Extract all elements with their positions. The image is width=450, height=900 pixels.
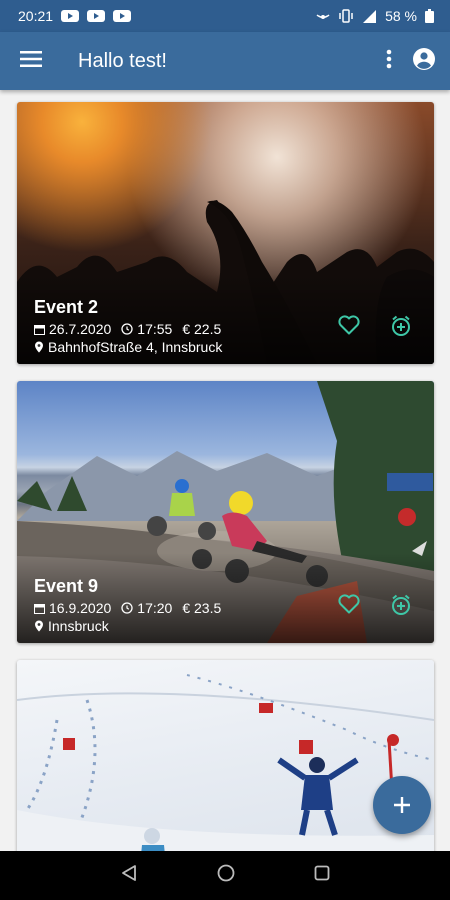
event-time: 17:55 — [137, 321, 173, 337]
add-event-button[interactable] — [373, 776, 431, 834]
heart-outline-icon[interactable] — [338, 315, 360, 342]
menu-icon[interactable] — [20, 50, 42, 72]
event-location: Innsbruck — [48, 618, 109, 634]
event-date: 26.7.2020 — [49, 321, 112, 337]
signal-icon — [361, 8, 377, 24]
hotspot-icon — [315, 8, 331, 24]
event-card[interactable] — [17, 660, 434, 851]
event-price: € 23.5 — [182, 600, 222, 616]
plus-icon — [394, 797, 410, 813]
battery-text: 58 % — [385, 8, 417, 24]
battery-icon — [425, 9, 434, 23]
event-price: € 22.5 — [182, 321, 222, 337]
recents-icon[interactable] — [314, 865, 330, 886]
youtube-notification-icon — [61, 10, 80, 22]
clock-icon — [121, 323, 133, 335]
event-location: BahnhofStraße 4, Innsbruck — [48, 339, 223, 355]
location-pin-icon — [35, 341, 43, 353]
home-icon[interactable] — [217, 864, 235, 887]
event-title: Event 2 — [34, 297, 99, 317]
location-pin-icon — [35, 620, 43, 632]
youtube-notification-icon — [87, 10, 106, 22]
alarm-add-icon[interactable] — [390, 315, 412, 342]
event-card[interactable]: Event 9 16.9.2020 17:20 € 23.5 Innsbruck — [17, 381, 434, 643]
back-icon[interactable] — [120, 864, 138, 887]
status-bar: 20:21 58 % — [0, 0, 450, 32]
event-time: 17:20 — [137, 600, 173, 616]
status-time: 20:21 — [18, 8, 54, 24]
vibrate-icon — [339, 8, 353, 24]
youtube-notification-icon — [113, 10, 132, 22]
event-feed[interactable]: Event 2 26.7.2020 17:55 € 22.5 BahnhofSt… — [0, 90, 450, 851]
alarm-add-icon[interactable] — [390, 594, 412, 621]
event-card[interactable]: Event 2 26.7.2020 17:55 € 22.5 BahnhofSt… — [17, 102, 434, 364]
app-bar: Hallo test! — [0, 32, 450, 90]
event-title: Event 9 — [34, 576, 99, 596]
heart-outline-icon[interactable] — [338, 594, 360, 621]
clock-icon — [121, 602, 133, 614]
calendar-icon — [34, 603, 45, 614]
event-date: 16.9.2020 — [49, 600, 112, 616]
page-title: Hallo test! — [78, 49, 167, 72]
ski-scene — [17, 674, 434, 851]
account-circle-icon[interactable] — [412, 47, 436, 76]
system-navigation-bar — [0, 851, 450, 900]
calendar-icon — [34, 324, 45, 335]
more-vert-icon[interactable] — [386, 49, 392, 74]
